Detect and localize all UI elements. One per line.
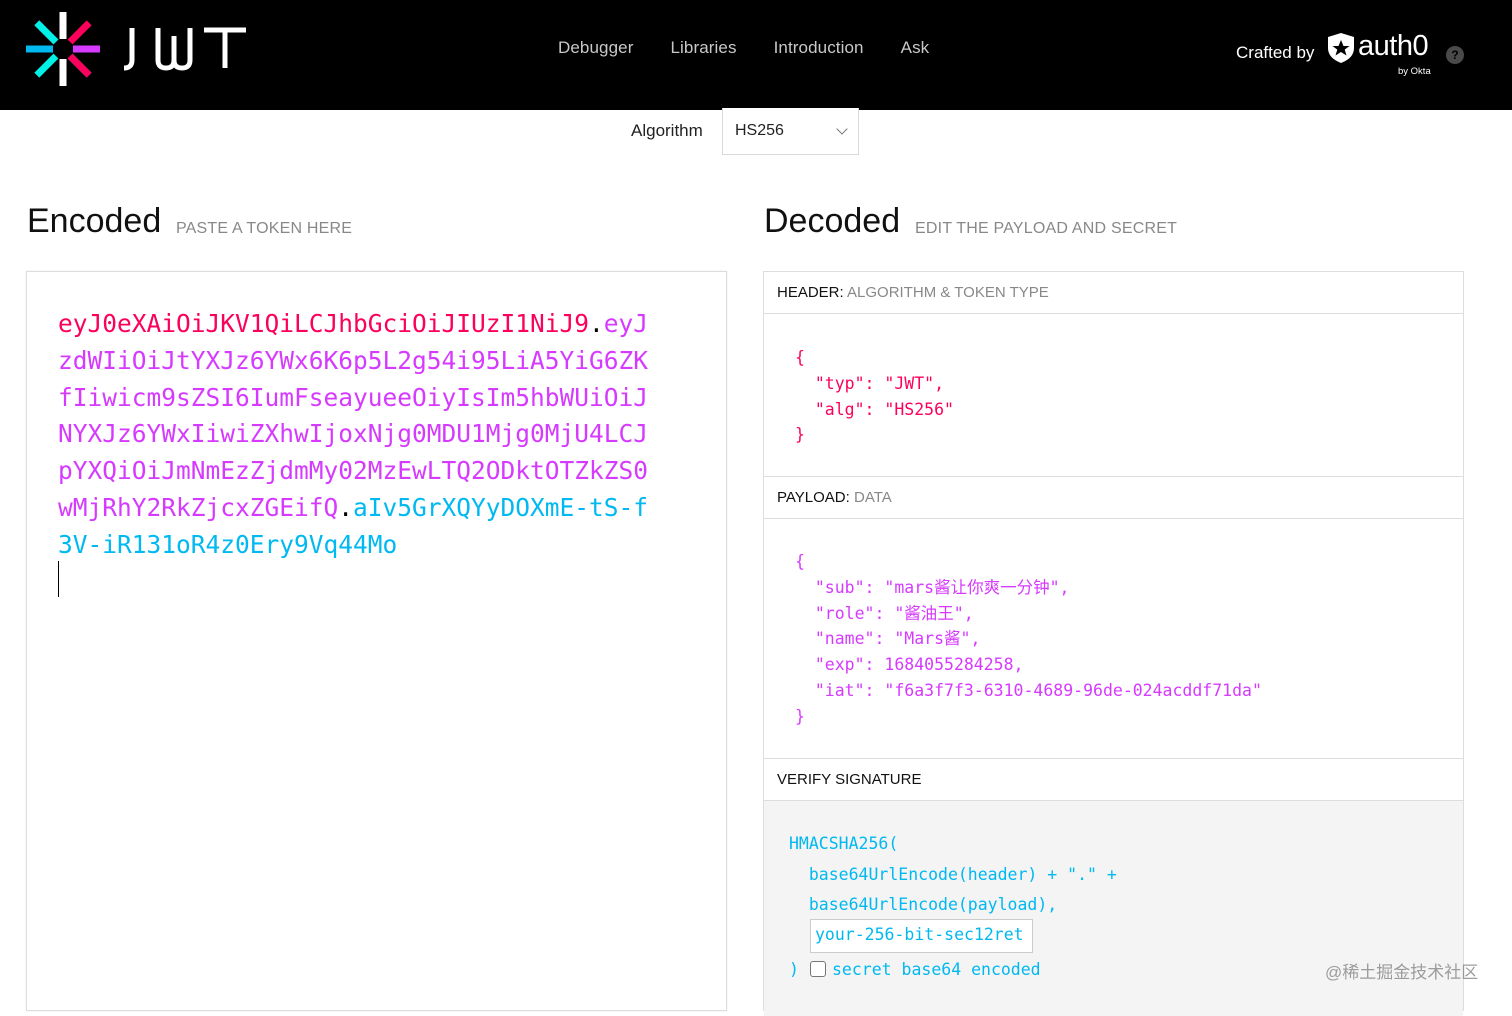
token-header-part: eyJ0eXAiOiJKV1QiLCJhbGciOiJIUzI1NiJ9 [58,309,590,338]
code-line: } [795,425,805,445]
top-navbar: Debugger Libraries Introduction Ask Craf… [0,0,1512,110]
token-dot: . [589,309,604,338]
header-json-editor[interactable]: { "typ": "JWT", "alg": "HS256"} [795,345,954,448]
close-paren: ) [789,960,799,979]
crafted-by-label: Crafted by [1236,43,1315,62]
payload-section-label: PAYLOAD: [777,489,850,506]
code-line: "iat": "f6a3f7f3-6310-4689-96de-024acddf… [795,680,1262,700]
code-line: base64UrlEncode(header) + "." + [789,864,1117,884]
verify-section-title: VERIFY SIGNATURE [764,759,1463,801]
code-line: HMACSHA256( [789,834,899,853]
payload-section-title: PAYLOAD: DATA [764,477,1463,519]
code-line: "sub": "mars酱让你爽一分钟", [795,577,1070,597]
code-line: "typ": "JWT", [795,373,945,393]
header-section-title: HEADER: ALGORITHM & TOKEN TYPE [764,272,1463,314]
payload-json-editor[interactable]: { "sub": "mars酱让你爽一分钟", "role": "酱油王", "… [795,549,1262,730]
auth0-logo[interactable]: auth0 by Okta [1326,30,1436,77]
by-okta-label: by Okta [1398,66,1431,77]
base64-checkbox[interactable] [810,961,826,977]
encoded-token-editor[interactable]: eyJ0eXAiOiJKV1QiLCJhbGciOiJIUzI1NiJ9.eyJ… [26,271,727,1011]
code-line: "name": "Mars酱", [795,629,981,649]
main-nav: Debugger Libraries Introduction Ask [558,38,966,58]
jwt-wordmark [123,27,246,71]
header-section-muted: ALGORITHM & TOKEN TYPE [847,284,1049,301]
nav-introduction[interactable]: Introduction [774,38,864,58]
token-dot: . [338,492,354,522]
verify-section-label: VERIFY SIGNATURE [777,771,922,788]
encoded-subtitle: PASTE A TOKEN HERE [176,220,353,237]
jwt-logo-icon[interactable] [26,12,100,86]
watermark-text: @稀土掘金技术社区 [1325,963,1479,982]
header-section-label: HEADER: [777,284,844,301]
code-line: { [795,552,805,571]
encoded-token-text[interactable]: eyJ0eXAiOiJKV1QiLCJhbGciOiJIUzI1NiJ9.eyJ… [58,306,658,564]
help-icon[interactable]: ? [1446,46,1464,64]
code-line: base64UrlEncode(payload), [789,895,1058,914]
decoded-panel: HEADER: ALGORITHM & TOKEN TYPE { "typ": … [763,271,1464,1016]
chevron-down-icon [836,123,848,135]
secret-input[interactable]: your-256-bit-sec12ret [810,919,1033,953]
decoded-subtitle: EDIT THE PAYLOAD AND SECRET [915,220,1178,237]
code-line: "exp": 1684055284258, [795,655,1024,675]
decoded-title: Decoded [764,202,901,240]
algorithm-label: Algorithm [631,121,703,140]
auth0-wordmark: auth0 [1358,30,1429,62]
payload-section-muted: DATA [853,489,892,506]
nav-libraries[interactable]: Libraries [670,38,736,58]
verify-signature-area: HMACSHA256( base64UrlEncode(header) + ".… [764,801,1463,1016]
verify-code: HMACSHA256( base64UrlEncode(header) + ".… [789,829,1117,921]
nav-ask[interactable]: Ask [901,38,930,58]
base64-checkbox-label[interactable]: secret base64 encoded [832,957,1041,983]
code-line: } [795,706,805,726]
algorithm-select[interactable]: HS256 [722,108,859,155]
token-payload-part: eyJzdWIiOiJtYXJz6YWx6K6p5L2g54i95LiA5YiG… [58,309,649,522]
encoded-title: Encoded [27,202,162,240]
code-line: "role": "酱油王", [795,603,974,623]
algorithm-selected-value: HS256 [735,122,784,139]
code-line: "alg": "HS256" [795,399,954,419]
auth0-shield-icon [1328,33,1354,63]
code-line: { [795,348,805,367]
text-caret [58,561,59,597]
nav-debugger[interactable]: Debugger [558,38,633,58]
